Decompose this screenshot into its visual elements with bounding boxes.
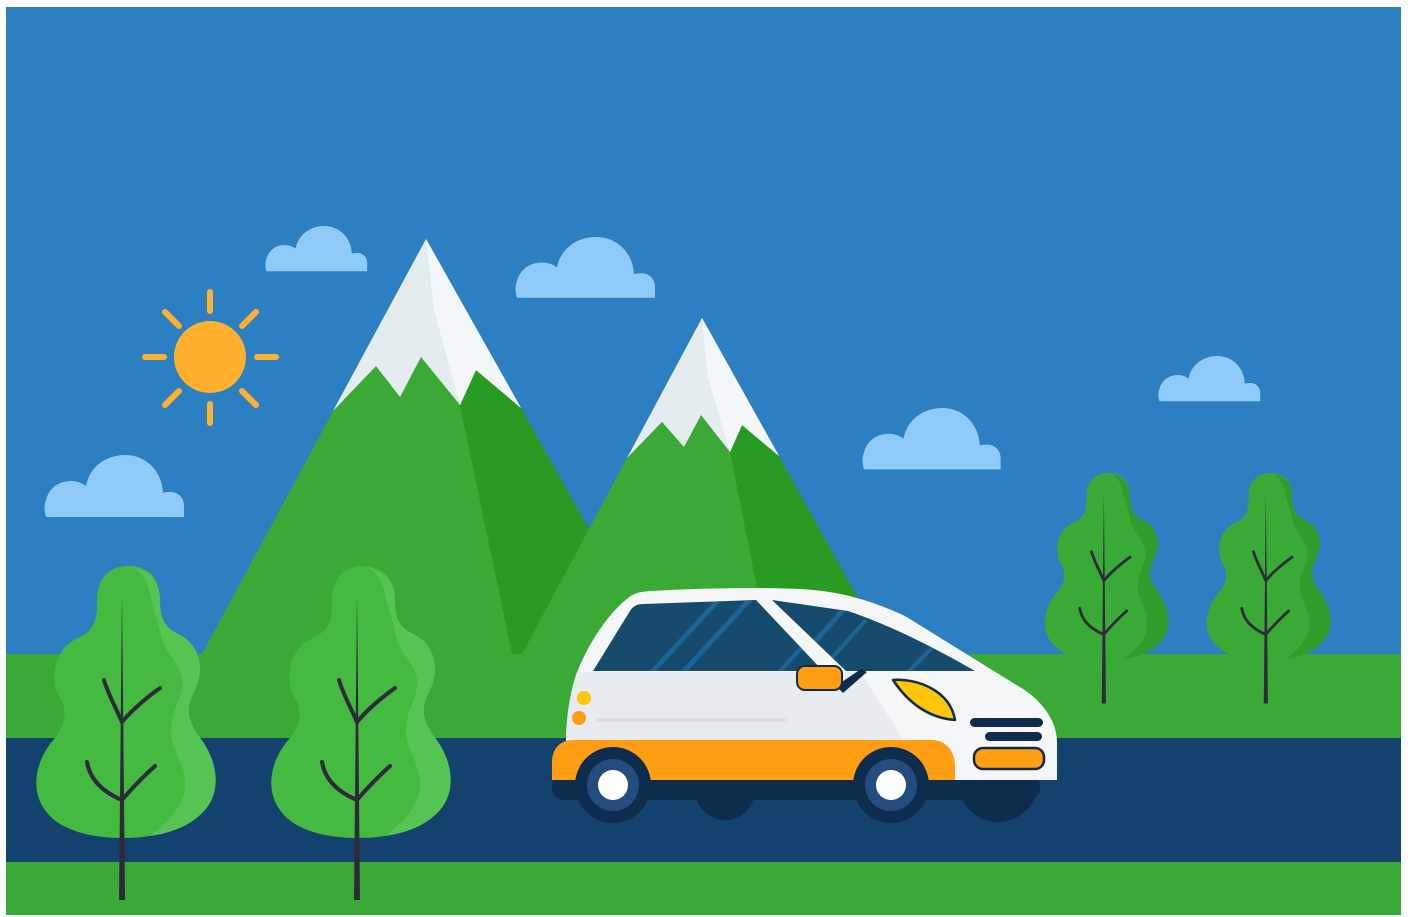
car-rear-light-bottom bbox=[572, 711, 586, 725]
car-rear-light-top bbox=[577, 691, 591, 705]
wheel-hubcap bbox=[598, 770, 628, 800]
sun-icon bbox=[142, 289, 279, 426]
car-grille-bar-middle bbox=[985, 732, 1042, 741]
wheel-hubcap bbox=[876, 770, 906, 800]
car-wheel-front bbox=[853, 747, 929, 823]
car-front-fog-light bbox=[972, 746, 1046, 771]
car-grille-bar-top bbox=[970, 718, 1043, 727]
car-side-mirror bbox=[796, 665, 843, 691]
road-trip-illustration bbox=[0, 0, 1410, 917]
car-wheel-rear bbox=[575, 747, 651, 823]
sun-disc bbox=[174, 321, 246, 393]
grass-lower bbox=[6, 862, 1401, 915]
